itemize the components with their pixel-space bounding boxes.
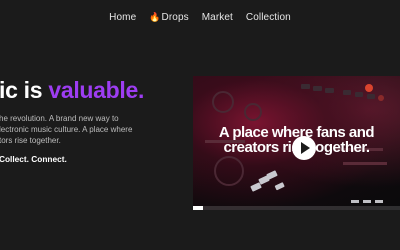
main-nav: Home 🔥 Drops Market Collection — [0, 10, 400, 24]
nav-drops-label: Drops — [161, 11, 189, 23]
hero-description-line: tors rise together. — [0, 136, 61, 145]
video-progress-fill — [193, 206, 204, 210]
fire-icon: 🔥 — [149, 11, 161, 22]
hero-title-start: ic is — [0, 77, 49, 103]
hero-description-line: he revolution. A brand new way to — [0, 114, 119, 123]
hero-tagline: Collect. Connect. — [0, 154, 67, 164]
play-button[interactable] — [292, 136, 316, 160]
nav-market[interactable]: Market — [202, 10, 233, 24]
hero-description: he revolution. A brand new way to lectro… — [0, 113, 159, 146]
nav-home[interactable]: Home — [109, 10, 136, 24]
hero-title-accent: valuable. — [48, 77, 145, 103]
hero-title: ic is valuable. — [0, 77, 144, 104]
video-progress-bar[interactable] — [193, 206, 400, 210]
nav-drops[interactable]: 🔥 Drops — [149, 10, 189, 24]
play-icon — [301, 142, 310, 154]
nav-collection[interactable]: Collection — [246, 10, 291, 24]
video-player[interactable]: A place where fans and creators rise tog… — [193, 76, 400, 210]
hero-description-line: lectronic music culture. A place where — [0, 125, 133, 134]
